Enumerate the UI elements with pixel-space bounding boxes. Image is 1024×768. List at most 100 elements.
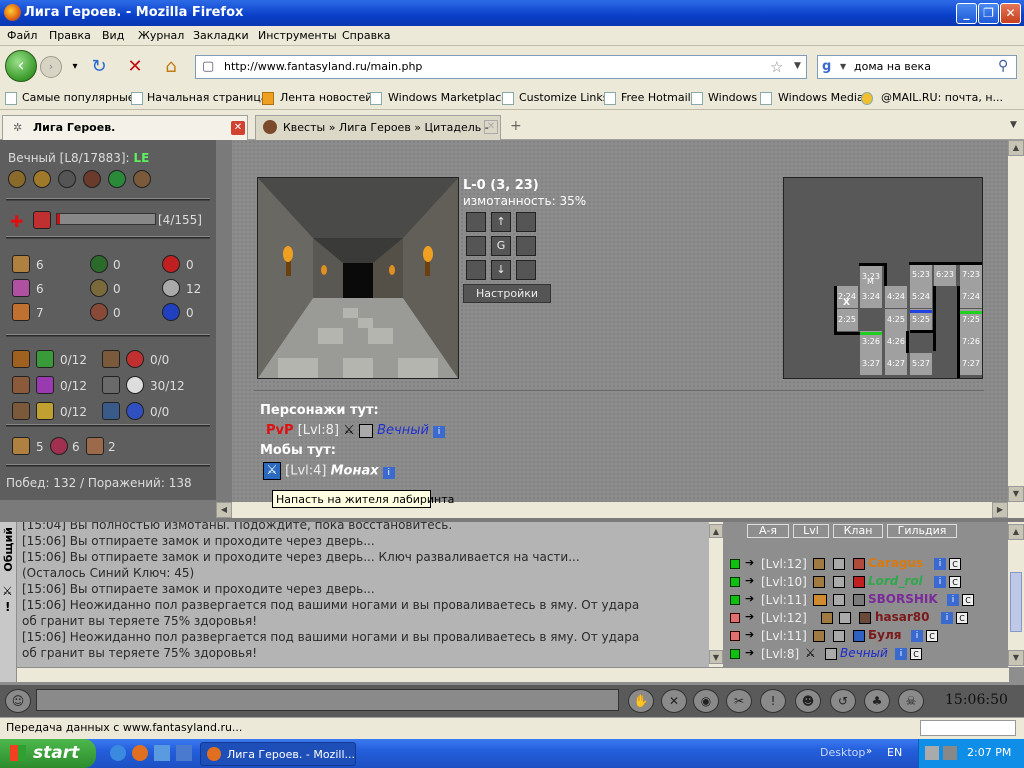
bookmark-star-icon[interactable]: ☆ [770,58,783,76]
hand-icon[interactable]: ✋ [628,689,654,713]
sort-alpha-button[interactable]: А-я [747,524,789,538]
swords-icon[interactable]: ✕ [661,689,687,713]
green-orb-icon[interactable] [108,170,126,188]
alert-icon[interactable]: ! [5,600,10,614]
player-name[interactable]: SBORSHIK [868,592,938,606]
chat-c-icon[interactable]: C [956,612,968,624]
menu-view[interactable]: Вид [102,29,124,42]
bookmark-start-page[interactable]: Начальная страница [147,91,268,104]
scroll-down-icon[interactable]: ▼ [709,650,723,664]
history-dropdown-icon[interactable]: ▾ [64,56,86,78]
tools-icon[interactable]: ✂ [726,689,752,713]
group-icon[interactable]: ♣ [864,689,890,713]
close-window-button[interactable]: ✕ [1000,3,1021,24]
private-message-arrow-icon[interactable]: ➔ [745,574,754,587]
new-tab-icon[interactable]: + [510,118,522,134]
back-button[interactable]: ‹ [5,50,37,82]
scroll-icon[interactable] [133,170,151,188]
info-icon[interactable]: i [895,648,907,660]
skull-icon[interactable]: ☠ [898,689,924,713]
info-icon[interactable]: i [934,576,946,588]
chat-c-icon[interactable]: C [962,594,974,606]
mob-name[interactable]: Монах [331,464,379,479]
tab-list-icon[interactable]: ▼ [1010,120,1017,130]
chat-c-icon[interactable]: C [949,576,961,588]
player-name[interactable]: Вечный [840,646,888,660]
chat-c-icon[interactable]: C [926,630,938,642]
bookmark-popular[interactable]: Самые популярные [22,91,135,104]
character-name[interactable]: Вечный [8,151,56,165]
private-message-arrow-icon[interactable]: ➔ [745,610,754,623]
up-arrow-icon[interactable] [33,170,51,188]
bag-icon[interactable] [12,437,30,455]
search-engine-dropdown-icon[interactable]: ▼ [840,62,846,71]
bookmark-mail-ru[interactable]: @MAIL.RU: почта, н... [881,91,1003,104]
scroll-up-icon[interactable]: ▲ [1008,140,1024,156]
reload-icon[interactable]: ↻ [88,56,110,78]
scroll-up-icon[interactable]: ▲ [709,524,723,538]
home-icon[interactable]: ⌂ [160,56,182,78]
url-bar[interactable]: ▢ http://www.fantasyland.ru/main.php ☆ ▼ [195,55,807,79]
player-name[interactable]: Caragus [868,556,923,570]
search-icon[interactable]: ⚲ [998,58,1008,74]
move-sw-button[interactable] [466,260,486,280]
chat-c-icon[interactable]: C [910,648,922,660]
menu-tools[interactable]: Инструменты [258,29,337,42]
info-icon[interactable]: i [934,558,946,570]
tab-close-icon[interactable]: ✕ [484,120,498,134]
eye-icon[interactable]: ◉ [693,689,719,713]
info-icon[interactable]: i [947,594,959,606]
menu-help[interactable]: Справка [342,29,390,42]
chat-scrollbar[interactable]: ▲ ▼ [709,522,723,667]
taskbar-item-firefox[interactable]: Лига Героев. - Mozill... [200,742,356,766]
tab-close-icon[interactable]: ✕ [231,121,245,135]
tab-liga-geroev[interactable]: ✲ Лига Героев. ✕ [2,115,248,140]
menu-edit[interactable]: Правка [49,29,91,42]
smiley-icon[interactable]: ☺ [5,689,31,713]
bookmark-windows-media[interactable]: Windows Media [778,91,864,104]
maximize-button[interactable]: ❐ [978,3,999,24]
scroll-item-icon[interactable] [86,437,104,455]
move-down-arrow-icon[interactable]: ↓ [491,260,511,280]
desktop-toolbar-label[interactable]: Desktop [820,746,865,759]
move-right-button[interactable] [516,236,536,256]
bookmark-customize-links[interactable]: Customize Links [519,91,609,104]
scroll-thumb[interactable] [1010,572,1022,632]
private-message-arrow-icon[interactable]: ➔ [745,592,754,605]
character-name-link[interactable]: Вечный [377,423,429,438]
sort-clan-button[interactable]: Клан [833,524,883,538]
bookmark-news-feed[interactable]: Лента новостей [280,91,372,104]
forward-button[interactable]: › [40,56,62,78]
menu-bookmarks[interactable]: Закладки [193,29,249,42]
move-up-arrow-icon[interactable]: ↑ [491,212,511,232]
move-nw-button[interactable] [466,212,486,232]
scroll-up-icon[interactable]: ▲ [1008,524,1024,540]
player-list-scrollbar[interactable]: ▲ ▼ [1008,522,1024,667]
helmet-icon[interactable] [58,170,76,188]
google-icon[interactable]: g [822,59,831,74]
scroll-down-icon[interactable]: ▼ [1008,486,1024,502]
move-ne-button[interactable] [516,212,536,232]
search-input[interactable]: дома на века [854,60,931,73]
attack-sword-icon[interactable]: ⚔ [263,462,281,480]
stop-icon[interactable]: ✕ [124,56,146,78]
potion-icon[interactable] [83,170,101,188]
scroll-left-icon[interactable]: ◀ [216,502,232,518]
bookmark-free-hotmail[interactable]: Free Hotmail [621,91,691,104]
minimize-button[interactable]: _ [956,3,977,24]
move-se-button[interactable] [516,260,536,280]
tab-quests[interactable]: Квесты » Лига Героев » Цитадель - ... ✕ [255,115,501,147]
info-icon[interactable]: i [911,630,923,642]
move-left-button[interactable] [466,236,486,256]
info-icon[interactable]: i [941,612,953,624]
private-message-arrow-icon[interactable]: ➔ [745,646,754,659]
start-button[interactable]: start [0,739,96,768]
sort-level-button[interactable]: Lvl [793,524,829,538]
chat-tab-general[interactable]: Общий [2,527,15,572]
firefox-quicklaunch-icon[interactable] [132,745,148,761]
toolbar-expand-icon[interactable]: » [866,746,872,757]
info-icon[interactable]: i [382,466,395,479]
crossed-swords-icon[interactable]: ⚔ [343,423,355,438]
chat-horizontal-scrollbar[interactable] [17,668,1009,682]
private-message-arrow-icon[interactable]: ➔ [745,556,754,569]
